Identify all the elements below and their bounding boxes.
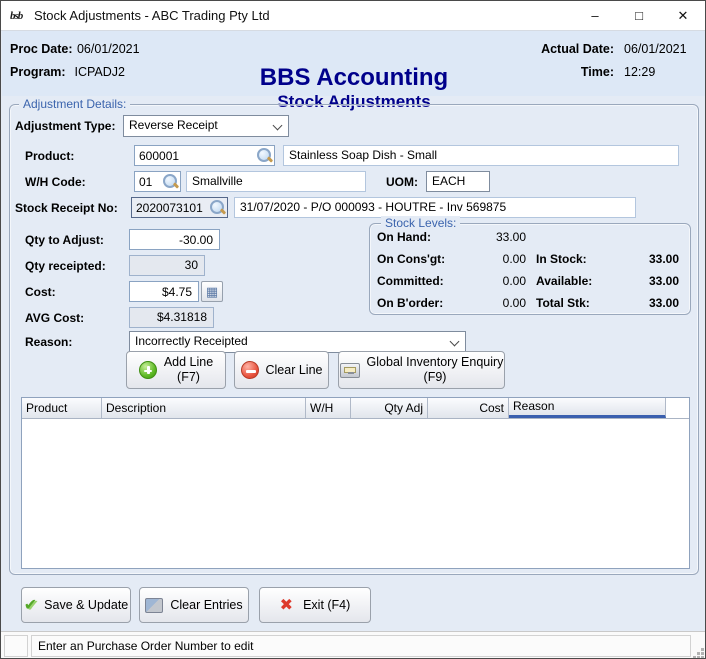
product-label: Product: <box>25 149 74 163</box>
total-stock-label: Total Stk: <box>536 296 590 310</box>
reason-value: Incorrectly Receipted <box>135 334 248 348</box>
column-header-reason[interactable]: Reason <box>509 398 666 418</box>
status-bar: Enter an Purchase Order Number to edit <box>1 631 705 659</box>
uom-label: UOM: <box>386 175 418 189</box>
adjustment-type-label: Adjustment Type: <box>15 119 115 133</box>
x-icon: ✖ <box>280 595 293 615</box>
column-header-product[interactable]: Product <box>22 398 102 418</box>
search-icon[interactable] <box>257 148 272 163</box>
product-code-fieldgroup <box>134 145 275 166</box>
eraser-icon <box>145 598 163 613</box>
status-message: Enter an Purchase Order Number to edit <box>31 635 691 657</box>
app-logo-icon <box>10 7 28 25</box>
on-backorder-value: 0.00 <box>431 296 526 310</box>
grid-header-row: Product Description W/H Qty Adj Cost Rea… <box>22 398 689 419</box>
product-description-field: Stainless Soap Dish - Small <box>283 145 679 166</box>
on-hand-label: On Hand: <box>377 230 431 244</box>
clear-entries-button[interactable]: Clear Entries <box>139 587 249 623</box>
stock-levels-group-title: Stock Levels: <box>381 216 460 230</box>
plus-icon <box>139 361 157 379</box>
add-line-button[interactable]: Add Line (F7) <box>126 351 226 389</box>
time-label: Time: <box>532 65 614 79</box>
grid-header-filler <box>666 398 689 418</box>
wh-code-fieldgroup <box>134 171 181 192</box>
global-inventory-key-label: (F9) <box>424 370 447 384</box>
adjustment-type-select[interactable]: Reverse Receipt <box>123 115 289 137</box>
total-stock-value: 33.00 <box>599 296 679 310</box>
qty-to-adjust-input[interactable] <box>129 229 220 250</box>
clear-line-button[interactable]: Clear Line <box>234 351 329 389</box>
available-label: Available: <box>536 274 592 288</box>
time-value: 12:29 <box>624 65 698 79</box>
global-inventory-enquiry-button[interactable]: Global Inventory Enquiry (F9) <box>338 351 505 389</box>
avg-cost-label: AVG Cost: <box>25 311 84 325</box>
check-icon: ✔ <box>24 595 37 615</box>
grid-body <box>22 419 689 569</box>
header: Proc Date: 06/01/2021 Program: ICPADJ2 B… <box>2 31 706 96</box>
title-bar: Stock Adjustments - ABC Trading Pty Ltd … <box>1 1 705 31</box>
program-label: Program: <box>10 65 66 83</box>
maximize-button[interactable]: □ <box>617 1 661 30</box>
column-header-wh[interactable]: W/H <box>306 398 351 418</box>
on-hand-value: 33.00 <box>431 230 526 244</box>
actual-date-value: 06/01/2021 <box>624 42 698 56</box>
exit-label: Exit (F4) <box>303 598 350 612</box>
search-icon[interactable] <box>163 174 178 189</box>
save-update-label: Save & Update <box>44 598 128 612</box>
proc-date-label: Proc Date: <box>10 42 73 60</box>
search-icon[interactable] <box>210 200 225 215</box>
program-value: ICPADJ2 <box>74 65 124 83</box>
resize-grip-icon[interactable] <box>697 652 700 655</box>
reason-select[interactable]: Incorrectly Receipted <box>129 331 466 353</box>
cost-input[interactable] <box>129 281 199 302</box>
adjustment-lines-grid: Product Description W/H Qty Adj Cost Rea… <box>21 397 690 569</box>
cost-label: Cost: <box>25 285 56 299</box>
stock-receipt-fieldgroup <box>131 197 228 218</box>
qty-to-adjust-label: Qty to Adjust: <box>25 233 104 247</box>
stock-receipt-input[interactable] <box>132 201 210 215</box>
adjustment-details-group-title: Adjustment Details: <box>19 97 130 111</box>
actual-date-label: Actual Date: <box>532 42 614 56</box>
on-consignment-value: 0.00 <box>431 252 526 266</box>
avg-cost-field: $4.31818 <box>129 307 214 328</box>
chevron-down-icon <box>450 337 460 347</box>
minus-icon <box>241 361 259 379</box>
exit-button[interactable]: ✖ Exit (F4) <box>259 587 371 623</box>
stock-receipt-label: Stock Receipt No: <box>15 201 118 215</box>
in-stock-label: In Stock: <box>536 252 587 266</box>
wh-code-input[interactable] <box>135 175 163 189</box>
window-title: Stock Adjustments - ABC Trading Pty Ltd <box>34 1 270 31</box>
app-window: Stock Adjustments - ABC Trading Pty Ltd … <box>0 0 706 659</box>
stock-receipt-description-field: 31/07/2020 - P/O 000093 - HOUTRE - Inv 5… <box>234 197 636 218</box>
qty-receipted-label: Qty receipted: <box>25 259 106 273</box>
wh-name-field: Smallville <box>186 171 366 192</box>
add-line-key-label: (F7) <box>177 370 200 384</box>
column-header-qty-adj[interactable]: Qty Adj <box>351 398 428 418</box>
product-code-input[interactable] <box>135 149 257 163</box>
chevron-down-icon <box>273 121 283 131</box>
add-line-label: Add Line <box>164 355 213 369</box>
adjustment-type-value: Reverse Receipt <box>129 118 218 132</box>
column-header-cost[interactable]: Cost <box>428 398 509 418</box>
minimize-button[interactable]: – <box>573 1 617 30</box>
column-header-description[interactable]: Description <box>102 398 306 418</box>
uom-field: EACH <box>426 171 490 192</box>
in-stock-value: 33.00 <box>599 252 679 266</box>
global-inventory-label: Global Inventory Enquiry <box>367 355 504 369</box>
reason-label: Reason: <box>25 335 72 349</box>
app-title: BBS Accounting <box>122 64 586 92</box>
calculator-icon[interactable]: ▦ <box>201 281 223 302</box>
proc-date-value: 06/01/2021 <box>77 42 140 60</box>
wh-code-label: W/H Code: <box>25 175 86 189</box>
inventory-drawer-icon <box>340 363 360 378</box>
status-bar-segment <box>4 635 28 657</box>
save-update-button[interactable]: ✔ Save & Update <box>21 587 131 623</box>
close-button[interactable]: ✕ <box>661 1 705 30</box>
available-value: 33.00 <box>599 274 679 288</box>
clear-line-label: Clear Line <box>266 363 323 377</box>
committed-value: 0.00 <box>431 274 526 288</box>
qty-receipted-field: 30 <box>129 255 205 276</box>
clear-entries-label: Clear Entries <box>170 598 242 612</box>
